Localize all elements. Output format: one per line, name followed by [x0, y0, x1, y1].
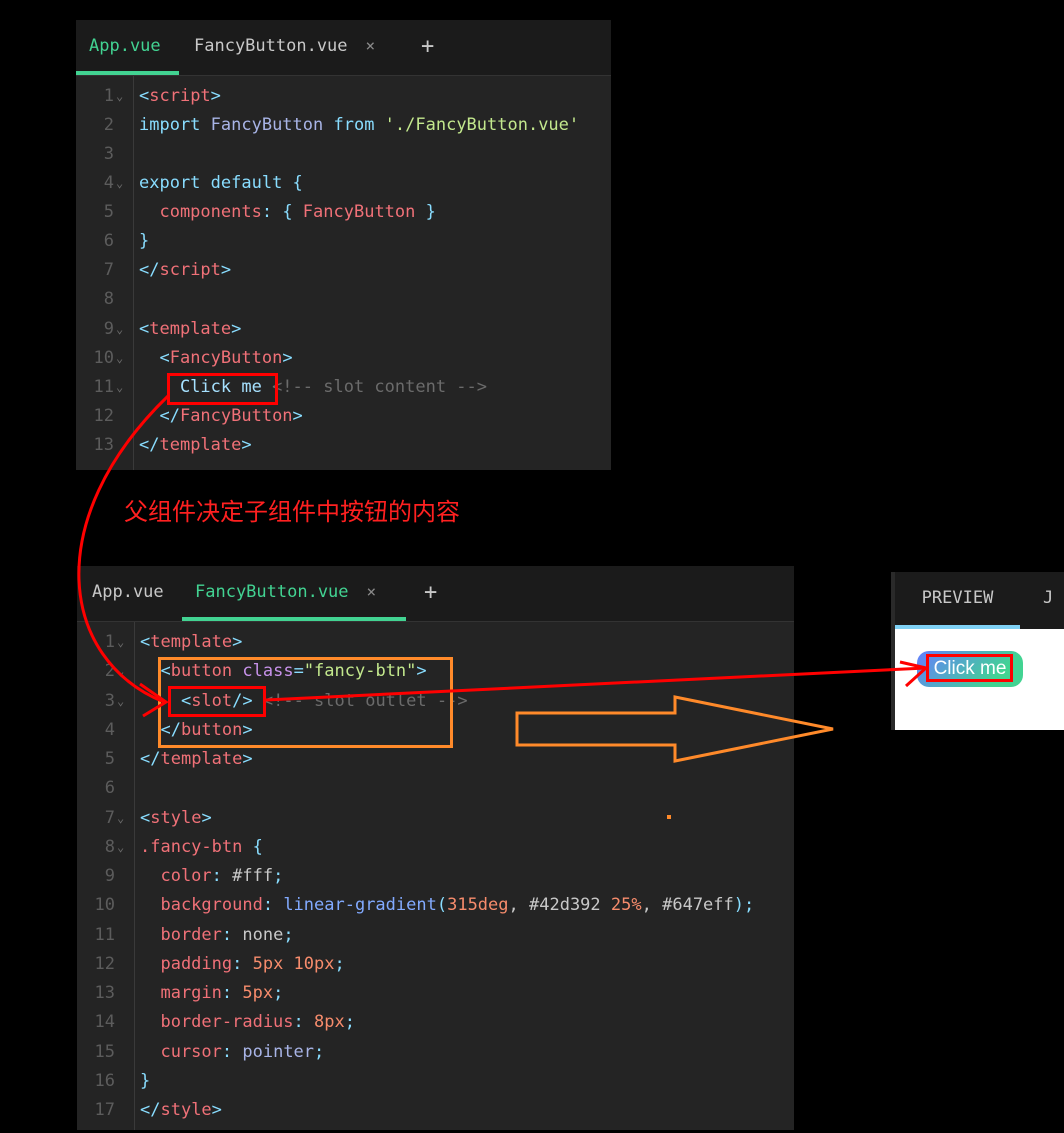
- code-line: color: #fff;: [140, 866, 284, 886]
- add-tab-button[interactable]: +: [424, 566, 437, 621]
- app-vue-editor: App.vue FancyButton.vue × + 1 ⌄ 2 3 4 ⌄ 5 6 7 8 9 ⌄ 1…: [76, 20, 611, 470]
- add-tab-button[interactable]: +: [421, 20, 434, 75]
- code-line: padding: 5px 10px;: [140, 954, 345, 974]
- preview-tab-bar: PREVIEW J: [895, 572, 1064, 629]
- annotation-caption: 父组件决定子组件中按钮的内容: [124, 498, 460, 526]
- code-line: <template>: [139, 319, 242, 339]
- code-line: <FancyButton>: [139, 348, 293, 368]
- code-line: </template>: [139, 435, 252, 455]
- code-line: Click me <!-- slot content -->: [139, 377, 487, 397]
- orange-dot: [667, 815, 671, 819]
- tab-label: App.vue: [92, 582, 164, 602]
- code-line: border: none;: [140, 925, 294, 945]
- fancybutton-vue-editor: App.vue FancyButton.vue × + 1 ⌄ 2 ⌄ 3 ⌄ 4 5 6 7 ⌄ 8 ⌄…: [77, 566, 794, 1130]
- code-line: <script>: [139, 86, 221, 106]
- line-number-text: 3: [103, 144, 114, 164]
- rendered-content-highlight: [926, 654, 1013, 682]
- tab-app-vue[interactable]: App.vue: [76, 20, 179, 75]
- line-number: 6: [77, 774, 794, 803]
- tab-bar: App.vue FancyButton.vue × +: [77, 566, 794, 622]
- preview-pane: PREVIEW J Click me: [891, 572, 1064, 730]
- code-line: <template>: [140, 632, 243, 652]
- tab-label: FancyButton.vue: [195, 582, 349, 602]
- code-line: </style>: [140, 1100, 222, 1120]
- line-number: 8: [76, 285, 611, 314]
- code-line: border-radius: 8px;: [140, 1012, 355, 1032]
- code-line: import FancyButton from './FancyButton.v…: [139, 115, 580, 135]
- code-line: }: [139, 231, 150, 251]
- code-line: .fancy-btn {: [140, 837, 263, 857]
- tab-app-vue[interactable]: App.vue: [79, 566, 177, 621]
- slot-content-highlight: [167, 373, 278, 405]
- line-number-text: 6: [104, 778, 115, 798]
- tab-preview[interactable]: PREVIEW: [895, 572, 1020, 629]
- tab-js[interactable]: J: [1043, 572, 1053, 629]
- close-icon[interactable]: ×: [367, 582, 377, 601]
- code-line: cursor: pointer;: [140, 1042, 325, 1062]
- line-number-text: 8: [103, 289, 114, 309]
- tab-fancybutton-vue[interactable]: FancyButton.vue ×: [181, 20, 388, 75]
- code-line: components: { FancyButton }: [139, 202, 436, 222]
- code-line: </template>: [140, 749, 253, 769]
- code-line: <style>: [140, 808, 212, 828]
- code-line: export default {: [139, 173, 303, 193]
- tab-fancybutton-vue[interactable]: FancyButton.vue ×: [182, 566, 406, 621]
- close-icon[interactable]: ×: [366, 36, 376, 55]
- code-line: }: [140, 1071, 151, 1091]
- code-area[interactable]: 1 ⌄ 2 3 4 ⌄ 5 6 7 8 9 ⌄ 10 ⌄ 11 ⌄ 12 13 <script> import F…: [76, 76, 611, 470]
- code-line: </script>: [139, 260, 232, 280]
- tab-bar: App.vue FancyButton.vue × +: [76, 20, 611, 76]
- code-line: </FancyButton>: [139, 406, 303, 426]
- code-line: background: linear-gradient(315deg, #42d…: [140, 895, 755, 915]
- slot-outlet-highlight: [168, 686, 266, 717]
- tab-label: App.vue: [89, 36, 161, 56]
- line-number: 3: [76, 140, 611, 169]
- code-line: margin: 5px;: [140, 983, 284, 1003]
- tab-label: FancyButton.vue: [194, 36, 348, 56]
